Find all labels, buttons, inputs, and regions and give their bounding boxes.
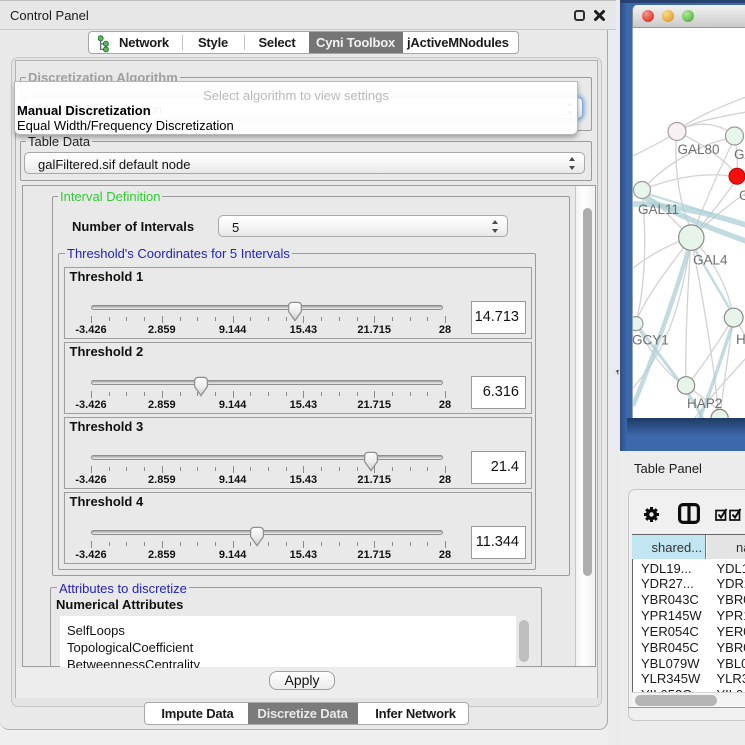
svg-text:GCY1: GCY1	[633, 333, 669, 348]
svg-text:GAL11: GAL11	[638, 202, 679, 217]
svg-text:GA: GA	[734, 147, 745, 162]
svg-text:H: H	[736, 332, 745, 347]
svg-text:GAL80: GAL80	[678, 142, 720, 157]
svg-text:G: G	[739, 188, 745, 203]
svg-text:GAL4: GAL4	[693, 253, 728, 268]
svg-text:HAP2: HAP2	[687, 396, 722, 411]
